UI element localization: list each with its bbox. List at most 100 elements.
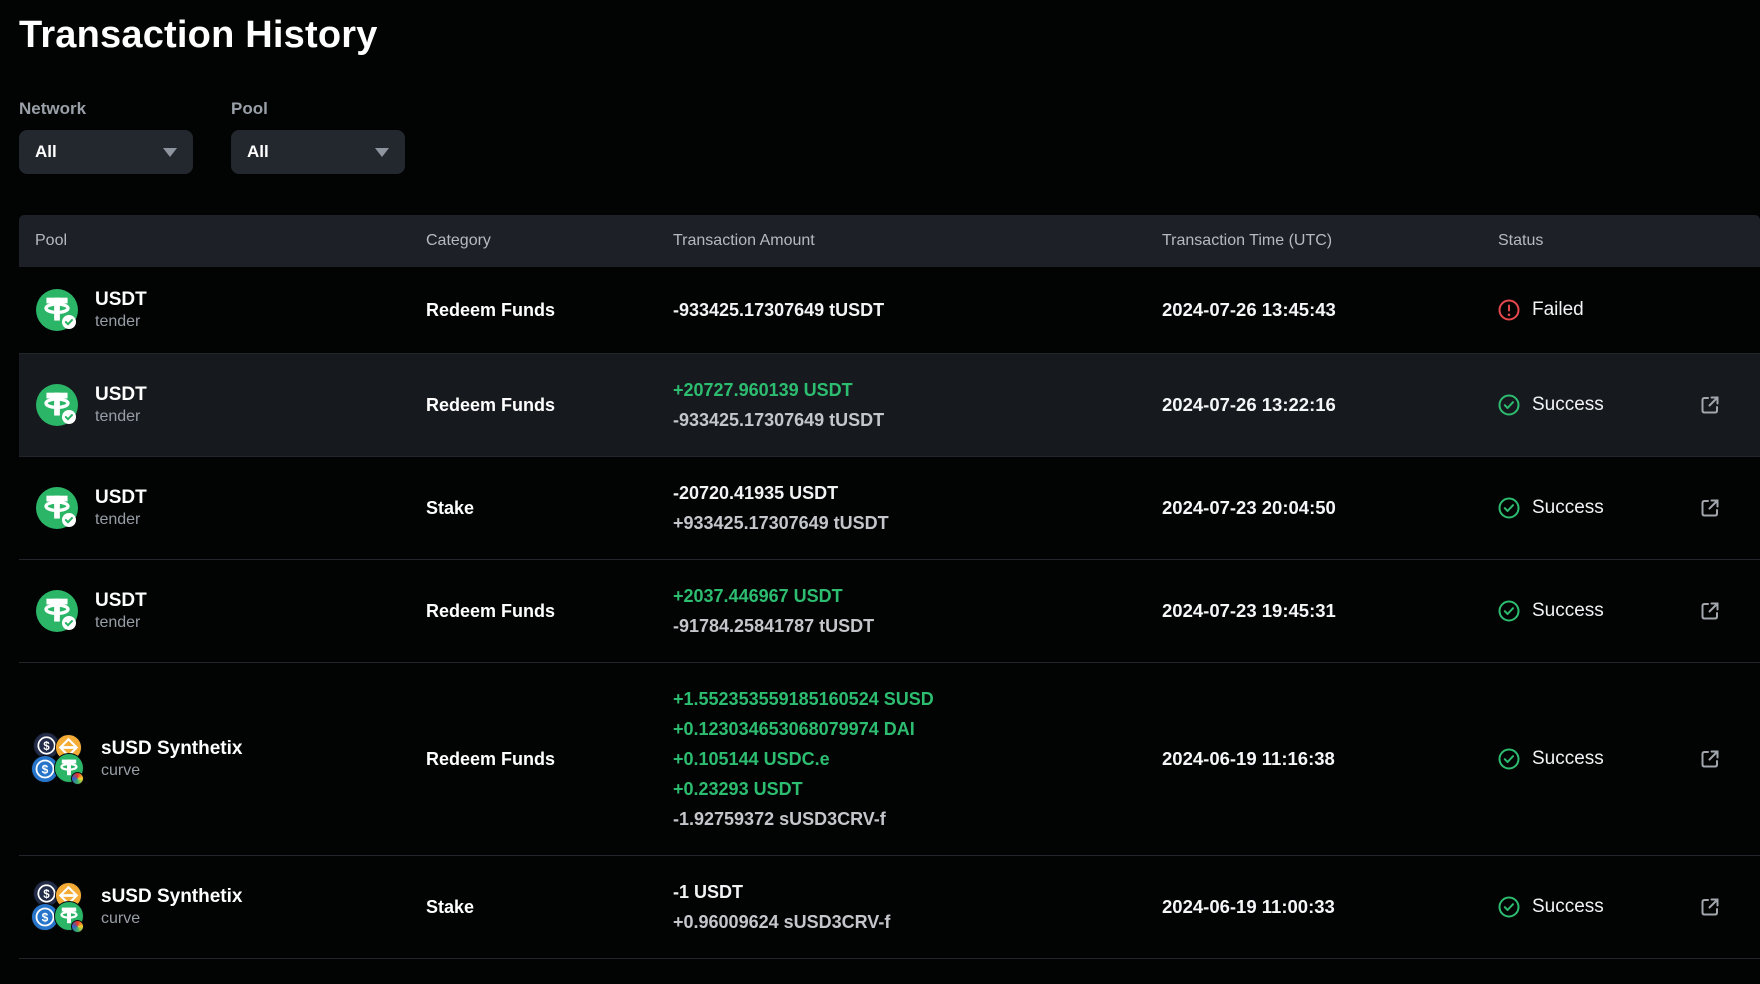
amount-line: -933425.17307649 tUSDT <box>673 295 1162 325</box>
column-header-time: Transaction Time (UTC) <box>1162 232 1498 250</box>
transaction-history-page: Transaction History Network All Pool All… <box>0 0 1760 959</box>
table-body: USDTtenderRedeem Funds-933425.17307649 t… <box>19 267 1760 959</box>
amount-line: +1.552353559185160524 SUSD <box>673 684 1162 714</box>
usdt-coin-icon <box>35 589 79 633</box>
status-label: Success <box>1532 497 1604 519</box>
link-cell <box>1680 895 1760 919</box>
pool-name: USDT <box>95 590 147 612</box>
svg-text:$: $ <box>43 741 50 753</box>
failed-icon <box>1498 299 1520 321</box>
success-icon <box>1498 748 1520 770</box>
amount-line: -933425.17307649 tUSDT <box>673 405 1162 435</box>
network-dropdown[interactable]: All <box>19 130 193 174</box>
status-label: Success <box>1532 600 1604 622</box>
table-row[interactable]: USDTtenderRedeem Funds-933425.17307649 t… <box>19 267 1760 354</box>
status-label: Success <box>1532 394 1604 416</box>
status-label: Failed <box>1532 299 1584 321</box>
pool-platform: curve <box>101 762 242 780</box>
column-header-amount: Transaction Amount <box>673 232 1162 250</box>
amounts-cell: -933425.17307649 tUSDT <box>673 295 1162 325</box>
amount-line: -91784.25841787 tUSDT <box>673 611 1162 641</box>
status-label: Success <box>1532 748 1604 770</box>
pool-filter: Pool All <box>231 99 405 174</box>
amount-line: +0.123034653068079974 DAI <box>673 714 1162 744</box>
success-icon <box>1498 394 1520 416</box>
status-cell: Success <box>1498 497 1680 519</box>
pool-platform: tender <box>95 408 147 426</box>
success-icon <box>1498 896 1520 918</box>
column-header-category: Category <box>426 232 673 250</box>
amount-line: -1 USDT <box>673 877 1162 907</box>
pool-name: USDT <box>95 384 147 406</box>
pool-name: USDT <box>95 487 147 509</box>
filters-bar: Network All Pool All <box>19 99 1760 174</box>
external-link-icon[interactable] <box>1698 895 1722 919</box>
pool-cell: USDT tender <box>19 486 426 530</box>
external-link-icon[interactable] <box>1698 747 1722 771</box>
amounts-cell: +20727.960139 USDT-933425.17307649 tUSDT <box>673 375 1162 435</box>
amounts-cell: -20720.41935 USDT+933425.17307649 tUSDT <box>673 478 1162 538</box>
table-row[interactable]: USDT tender Redeem Funds+2037.446967 USDT-… <box>19 560 1760 663</box>
page-title: Transaction History <box>19 14 1760 57</box>
table-row[interactable]: USDT tender Stake-20720.41935 USDT+933425.… <box>19 457 1760 560</box>
external-link-icon[interactable] <box>1698 599 1722 623</box>
time-cell: 2024-06-19 11:00:33 <box>1162 896 1498 918</box>
category-cell: Redeem Funds <box>426 395 673 416</box>
amounts-cell: -1 USDT+0.96009624 sUSD3CRV-f <box>673 877 1162 937</box>
table-row[interactable]: $$sUSD SynthetixcurveRedeem Funds+1.5523… <box>19 663 1760 856</box>
amount-line: +0.96009624 sUSD3CRV-f <box>673 907 1162 937</box>
external-link-icon[interactable] <box>1698 496 1722 520</box>
network-filter: Network All <box>19 99 193 174</box>
usdt-coin-icon <box>35 486 79 530</box>
pool-filter-label: Pool <box>231 99 405 119</box>
link-cell <box>1680 393 1760 417</box>
table-row[interactable]: USDT tender Redeem Funds+20727.960139 USDT… <box>19 354 1760 457</box>
pool-cell: $$sUSD Synthetixcurve <box>19 880 426 934</box>
time-cell: 2024-07-26 13:45:43 <box>1162 299 1498 321</box>
susd-synthetix-pool-icon: $$ <box>31 732 85 786</box>
pool-name: USDT <box>95 289 147 311</box>
category-cell: Stake <box>426 498 673 519</box>
success-icon <box>1498 497 1520 519</box>
status-cell: Success <box>1498 394 1680 416</box>
transaction-table: Pool Category Transaction Amount Transac… <box>19 215 1760 959</box>
susd-synthetix-pool-icon: $$ <box>31 880 85 934</box>
network-dropdown-value: All <box>35 142 57 162</box>
status-label: Success <box>1532 896 1604 918</box>
amount-line: -1.92759372 sUSD3CRV-f <box>673 804 1162 834</box>
category-cell: Stake <box>426 897 673 918</box>
pool-platform: tender <box>95 511 147 529</box>
pool-cell: USDTtender <box>19 288 426 332</box>
status-cell: Success <box>1498 896 1680 918</box>
amount-line: +0.23293 USDT <box>673 774 1162 804</box>
curve-badge-icon <box>71 920 84 933</box>
category-cell: Redeem Funds <box>426 300 673 321</box>
category-cell: Redeem Funds <box>426 601 673 622</box>
network-filter-label: Network <box>19 99 193 119</box>
svg-text:$: $ <box>43 889 50 901</box>
column-header-status: Status <box>1498 232 1680 250</box>
svg-text:$: $ <box>42 911 49 925</box>
pool-platform: curve <box>101 910 242 928</box>
time-cell: 2024-07-26 13:22:16 <box>1162 394 1498 416</box>
time-cell: 2024-06-19 11:16:38 <box>1162 748 1498 770</box>
amount-line: +0.105144 USDC.e <box>673 744 1162 774</box>
usdt-coin-icon <box>35 288 79 332</box>
usdt-coin-icon <box>35 383 79 427</box>
amount-line: +2037.446967 USDT <box>673 581 1162 611</box>
table-header: Pool Category Transaction Amount Transac… <box>19 215 1760 267</box>
pool-name: sUSD Synthetix <box>101 738 242 760</box>
pool-cell: USDT tender <box>19 383 426 427</box>
curve-badge-icon <box>71 772 84 785</box>
amount-line: +933425.17307649 tUSDT <box>673 508 1162 538</box>
pool-platform: tender <box>95 614 147 632</box>
external-link-icon[interactable] <box>1698 393 1722 417</box>
pool-dropdown[interactable]: All <box>231 130 405 174</box>
column-header-pool: Pool <box>19 232 426 250</box>
pool-name: sUSD Synthetix <box>101 886 242 908</box>
amounts-cell: +2037.446967 USDT-91784.25841787 tUSDT <box>673 581 1162 641</box>
time-cell: 2024-07-23 20:04:50 <box>1162 497 1498 519</box>
table-row[interactable]: $$sUSD SynthetixcurveStake-1 USDT+0.9600… <box>19 856 1760 959</box>
status-cell: Success <box>1498 600 1680 622</box>
amount-line: -20720.41935 USDT <box>673 478 1162 508</box>
